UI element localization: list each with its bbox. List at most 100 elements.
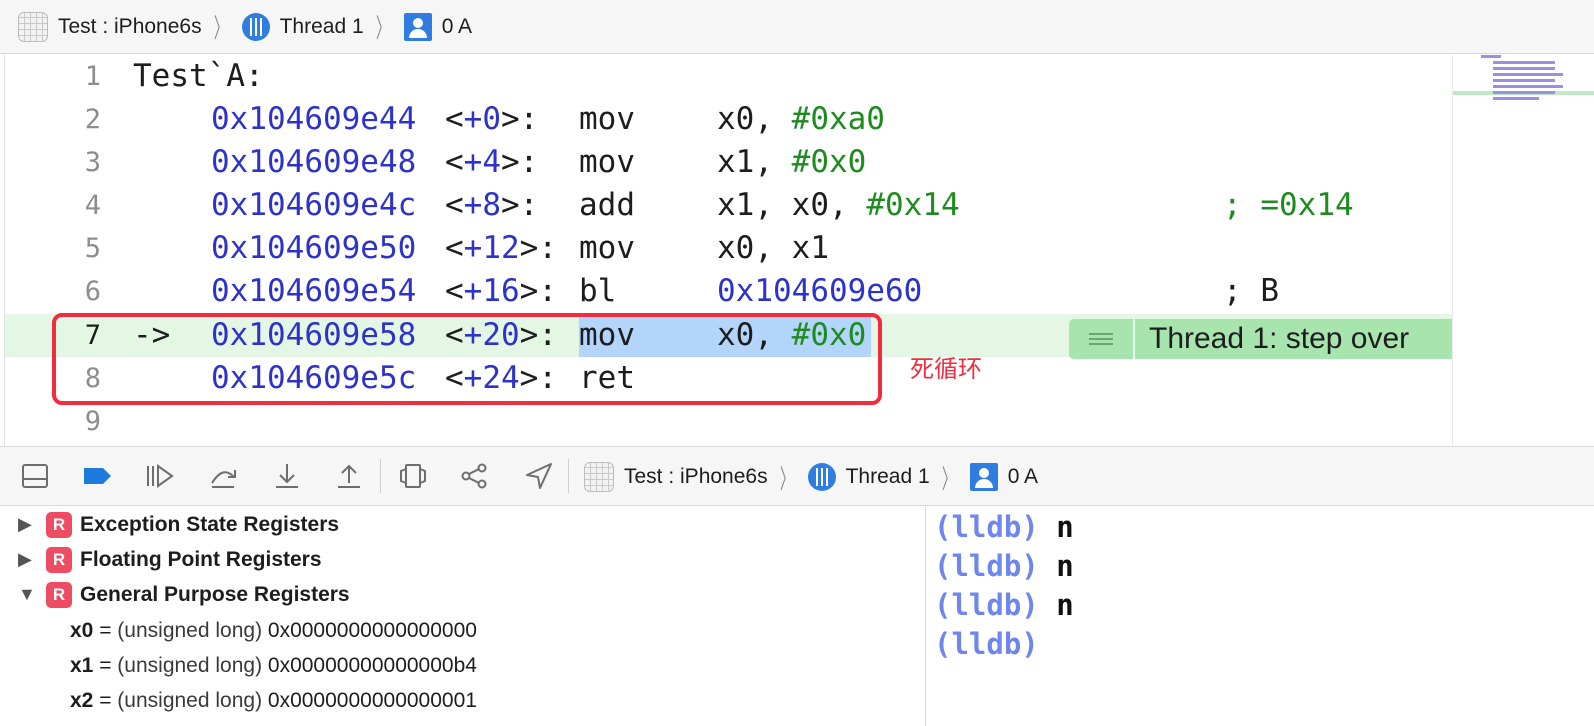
breadcrumb-thread[interactable]: Thread 1 〉 bbox=[807, 447, 970, 507]
register-group-row[interactable]: ▶ R Exception State Registers bbox=[0, 507, 925, 542]
offset-value: +0 bbox=[463, 101, 501, 137]
minimap[interactable] bbox=[1452, 55, 1594, 446]
opcode: mov bbox=[579, 101, 635, 137]
breakpoints-icon[interactable] bbox=[82, 461, 112, 491]
line-number: 9 bbox=[84, 406, 101, 437]
step-over-icon[interactable] bbox=[208, 461, 238, 491]
operand-immediate: #0xa0 bbox=[791, 101, 885, 137]
breadcrumb-app-label: Test : iPhone6s bbox=[58, 14, 202, 38]
app-grid-icon bbox=[18, 11, 48, 42]
chevron-right-icon: 〉 bbox=[375, 13, 390, 43]
view-debugger-icon[interactable] bbox=[398, 461, 428, 491]
register-entry: x0 = (unsigned long) 0x0000000000000000 bbox=[70, 613, 477, 648]
register-row[interactable]: x2 = (unsigned long) 0x0000000000000001 bbox=[0, 683, 925, 718]
minimap-line bbox=[1493, 91, 1555, 94]
toggle-console-icon[interactable] bbox=[20, 461, 50, 491]
breadcrumb-app[interactable]: Test : iPhone6s 〉 bbox=[18, 0, 242, 54]
register-badge: R bbox=[46, 547, 72, 573]
line-number: 1 bbox=[84, 61, 101, 92]
highlight-box bbox=[52, 313, 882, 405]
breadcrumb-thread-label: Thread 1 bbox=[845, 465, 930, 488]
instruction-address: 0x104609e4c bbox=[211, 187, 417, 223]
register-value: 0x0000000000000000 bbox=[262, 619, 477, 642]
branch-target-address: 0x104609e60 bbox=[717, 273, 923, 309]
console-line: (lldb) n bbox=[934, 586, 1074, 625]
offset-value: +16 bbox=[463, 273, 520, 309]
opcode: mov bbox=[579, 144, 635, 180]
offset-close: >: bbox=[501, 144, 539, 180]
code-line[interactable]: 6 0x104609e54 <+16>: bl 0x104609e60 ; B bbox=[5, 270, 1453, 313]
opcode: mov bbox=[579, 230, 635, 266]
instruction-address: 0x104609e44 bbox=[211, 101, 417, 137]
thread-annotation[interactable]: Thread 1: step over bbox=[1135, 319, 1453, 359]
breadcrumb-frame[interactable]: 0 A bbox=[403, 0, 473, 54]
line-number: 4 bbox=[84, 190, 101, 221]
step-into-icon[interactable] bbox=[272, 461, 302, 491]
code-line[interactable]: 4 0x104609e4c <+8>: add x1, x0, #0x14 ; … bbox=[5, 184, 1453, 227]
simulate-location-icon[interactable] bbox=[524, 461, 554, 491]
register-group-row[interactable]: ▼ R General Purpose Registers bbox=[0, 577, 925, 612]
console-input-line[interactable]: (lldb) bbox=[934, 625, 1039, 664]
breadcrumb-thread[interactable]: Thread 1 〉 bbox=[241, 0, 404, 54]
minimap-line bbox=[1493, 79, 1555, 82]
opcode: bl bbox=[579, 273, 617, 309]
console-prompt: (lldb) bbox=[934, 588, 1039, 622]
breadcrumb-frame-label: 0 A bbox=[1007, 465, 1039, 488]
breadcrumb-app-label: Test : iPhone6s bbox=[624, 465, 768, 488]
console-prompt: (lldb) bbox=[934, 627, 1039, 661]
operands: x1, x0, #0x14 bbox=[717, 184, 960, 227]
continue-icon[interactable] bbox=[144, 461, 174, 491]
disclosure-triangle-right-icon[interactable]: ▶ bbox=[18, 507, 32, 542]
instruction-comment: ; B bbox=[1223, 273, 1279, 309]
debug-toolbar: Test : iPhone6s 〉 Thread 1 〉 0 A bbox=[0, 446, 1594, 506]
breadcrumb-app[interactable]: Test : iPhone6s 〉 bbox=[584, 447, 808, 507]
code-line[interactable]: 3 0x104609e48 <+4>: mov x1, #0x0 bbox=[5, 141, 1453, 184]
offset-open: < bbox=[445, 273, 464, 309]
code-line[interactable]: 2 0x104609e44 <+0>: mov x0, #0xa0 bbox=[5, 98, 1453, 141]
code-line[interactable]: 1 Test`A: bbox=[5, 55, 1453, 98]
register-group-title: Floating Point Registers bbox=[80, 548, 322, 571]
console-line: (lldb) n bbox=[934, 508, 1074, 547]
register-name: x2 bbox=[70, 689, 94, 712]
instruction-address: 0x104609e50 bbox=[211, 230, 417, 266]
register-type: (unsigned long) bbox=[117, 654, 263, 677]
register-entry: x1 = (unsigned long) 0x00000000000000b4 bbox=[70, 648, 477, 683]
code-line[interactable]: 5 0x104609e50 <+12>: mov x0, x1 bbox=[5, 227, 1453, 270]
lldb-console[interactable]: (lldb) n (lldb) n (lldb) n (lldb) bbox=[926, 507, 1594, 726]
line-number: 2 bbox=[84, 104, 101, 135]
memory-graph-icon[interactable] bbox=[460, 461, 490, 491]
function-label: Test`A: bbox=[133, 58, 264, 94]
offset-open: < bbox=[445, 144, 464, 180]
code-line[interactable]: 9 bbox=[5, 400, 1453, 443]
instruction-offset: <+16>: bbox=[445, 270, 557, 313]
register-group-title: General Purpose Registers bbox=[80, 583, 350, 606]
line-number: 5 bbox=[84, 233, 101, 264]
minimap-line bbox=[1481, 55, 1501, 58]
offset-close: >: bbox=[501, 101, 539, 137]
offset-open: < bbox=[445, 230, 464, 266]
console-command: n bbox=[1038, 549, 1074, 583]
console-prompt: (lldb) bbox=[934, 549, 1039, 583]
register-row[interactable]: x1 = (unsigned long) 0x00000000000000b4 bbox=[0, 648, 925, 683]
minimap-line bbox=[1493, 73, 1563, 76]
disclosure-triangle-down-icon[interactable]: ▼ bbox=[18, 577, 36, 612]
app-grid-icon bbox=[584, 462, 614, 492]
register-badge: R bbox=[46, 512, 72, 538]
console-line: (lldb) n bbox=[934, 547, 1074, 586]
step-out-icon[interactable] bbox=[334, 461, 364, 491]
register-group-row[interactable]: ▶ R Floating Point Registers bbox=[0, 542, 925, 577]
instruction-offset: <+12>: bbox=[445, 227, 557, 270]
console-prompt: (lldb) bbox=[934, 510, 1039, 544]
breadcrumb-frame-label: 0 A bbox=[441, 14, 473, 38]
register-equals: = bbox=[93, 654, 118, 677]
operands: x0, #0xa0 bbox=[717, 98, 885, 141]
register-row[interactable]: x0 = (unsigned long) 0x0000000000000000 bbox=[0, 613, 925, 648]
disclosure-triangle-right-icon[interactable]: ▶ bbox=[18, 542, 32, 577]
register-equals: = bbox=[93, 689, 118, 712]
opcode: add bbox=[579, 187, 635, 223]
instruction-address: 0x104609e54 bbox=[211, 273, 417, 309]
operands: x0, x1 bbox=[717, 230, 829, 266]
breadcrumb-frame[interactable]: 0 A bbox=[969, 447, 1039, 507]
variables-view[interactable]: ▶ R Exception State Registers ▶ R Floati… bbox=[0, 507, 925, 726]
annotation-menu-icon[interactable] bbox=[1069, 319, 1133, 359]
